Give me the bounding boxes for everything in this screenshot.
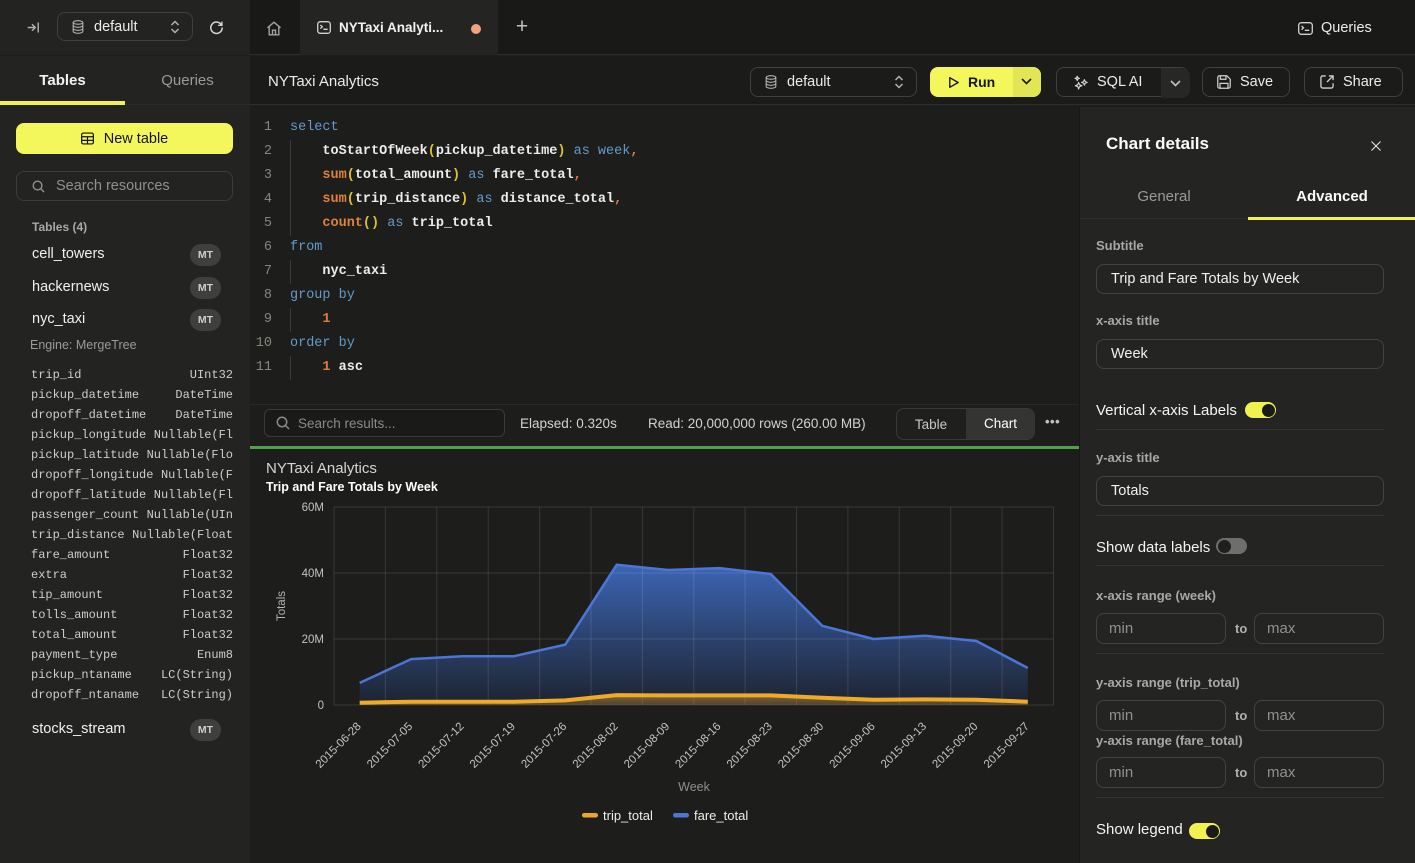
svg-text:2015-08-23: 2015-08-23 (725, 721, 775, 771)
svg-text:2015-08-30: 2015-08-30 (776, 721, 826, 771)
svg-text:40M: 40M (302, 568, 324, 580)
svg-text:2015-09-06: 2015-09-06 (828, 721, 878, 771)
svg-text:2015-07-12: 2015-07-12 (417, 721, 467, 771)
svg-text:2015-07-19: 2015-07-19 (468, 721, 518, 771)
svg-text:trip_total: trip_total (603, 808, 653, 823)
svg-text:2015-09-20: 2015-09-20 (930, 721, 980, 771)
svg-text:60M: 60M (302, 502, 324, 514)
svg-text:2015-08-09: 2015-08-09 (622, 721, 672, 771)
svg-text:20M: 20M (302, 634, 324, 646)
svg-text:2015-09-27: 2015-09-27 (982, 721, 1032, 771)
svg-text:Week: Week (678, 780, 710, 794)
svg-text:2015-06-28: 2015-06-28 (314, 721, 364, 771)
svg-text:2015-07-26: 2015-07-26 (519, 721, 569, 771)
svg-text:0: 0 (318, 700, 324, 712)
svg-text:2015-08-16: 2015-08-16 (673, 721, 723, 771)
svg-text:2015-09-13: 2015-09-13 (879, 721, 929, 771)
svg-text:fare_total: fare_total (694, 808, 748, 823)
svg-text:2015-07-05: 2015-07-05 (365, 721, 415, 771)
svg-text:Totals: Totals (276, 591, 288, 621)
svg-text:2015-08-02: 2015-08-02 (571, 721, 621, 771)
